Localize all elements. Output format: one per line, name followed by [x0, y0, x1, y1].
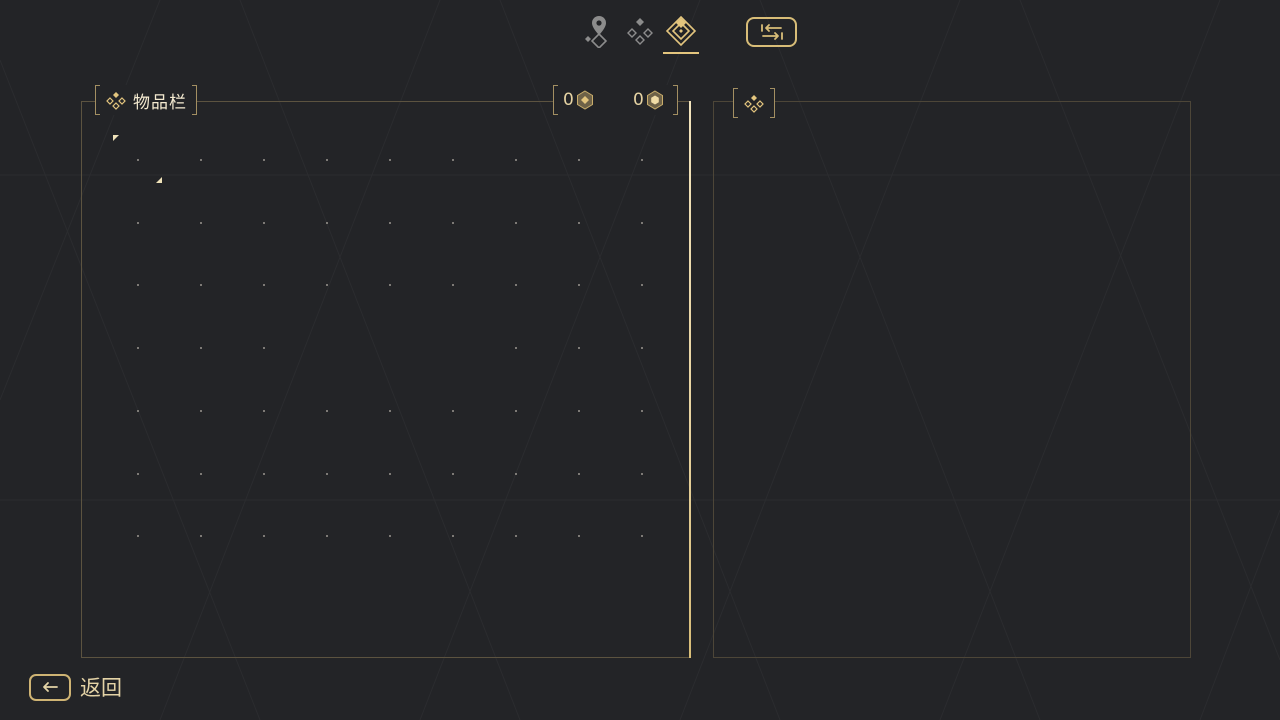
inventory-slot[interactable]	[389, 409, 391, 412]
inventory-slot[interactable]	[389, 221, 391, 224]
inventory-header: 物品栏	[95, 85, 197, 115]
inventory-slot[interactable]	[578, 409, 580, 412]
inventory-slot[interactable]	[389, 472, 391, 475]
inventory-slot[interactable]	[515, 284, 517, 287]
item-detail-panel	[713, 101, 1191, 658]
inventory-slot[interactable]	[452, 221, 454, 224]
arrow-left-icon	[43, 682, 58, 692]
inventory-slot[interactable]	[515, 535, 517, 538]
inventory-slot[interactable]	[137, 535, 139, 538]
diamond-network-icon	[627, 18, 653, 45]
inventory-slot[interactable]	[578, 159, 580, 161]
inventory-slot[interactable]	[263, 535, 265, 538]
inventory-slot[interactable]	[137, 347, 139, 350]
inventory-slot[interactable]	[263, 221, 265, 224]
inventory-slot[interactable]	[641, 284, 643, 287]
inventory-slot[interactable]	[200, 284, 202, 287]
inventory-slot[interactable]	[200, 535, 202, 538]
inventory-slot[interactable]	[578, 221, 580, 224]
selection-corner-bottom-right	[156, 177, 162, 183]
back-button[interactable]: 返回	[29, 672, 122, 702]
currency-2: 0	[633, 85, 664, 115]
inventory-slot[interactable]	[641, 535, 643, 538]
inventory-slot[interactable]	[578, 472, 580, 475]
inventory-slot[interactable]	[389, 159, 391, 161]
diamond-cluster-icon	[106, 92, 126, 110]
inventory-slot[interactable]	[137, 221, 139, 224]
hex-coin-icon	[576, 90, 593, 110]
inventory-slot[interactable]	[263, 347, 265, 350]
inventory-slot[interactable]	[137, 159, 139, 161]
inventory-slot[interactable]	[389, 535, 391, 538]
inventory-slot[interactable]	[137, 409, 139, 412]
currency-2-value: 0	[633, 90, 644, 110]
inventory-slot[interactable]	[326, 409, 328, 412]
inventory-slot[interactable]	[641, 347, 643, 350]
inventory-slot[interactable]	[515, 347, 517, 350]
diamond-target-icon	[665, 15, 697, 47]
currency-1-value: 0	[563, 90, 574, 110]
back-label: 返回	[80, 676, 122, 700]
inventory-slot[interactable]	[515, 472, 517, 475]
inventory-slot[interactable]	[515, 409, 517, 412]
inventory-slot[interactable]	[641, 221, 643, 224]
inventory-slot[interactable]	[326, 535, 328, 538]
inventory-slot[interactable]	[200, 347, 202, 350]
inventory-slot[interactable]	[200, 221, 202, 224]
inventory-slot[interactable]	[578, 347, 580, 350]
inventory-slot[interactable]	[452, 284, 454, 287]
inventory-slot[interactable]	[515, 159, 517, 161]
selection-corner-top-left	[113, 135, 119, 141]
inventory-slot[interactable]	[137, 472, 139, 475]
swap-view-button[interactable]	[746, 17, 797, 47]
inventory-slot[interactable]	[452, 409, 454, 412]
swap-arrows-icon	[760, 24, 783, 40]
inventory-slot[interactable]	[515, 221, 517, 224]
tab-inventory[interactable]	[663, 14, 699, 54]
hex-gem-icon	[646, 90, 663, 110]
inventory-slot[interactable]	[641, 159, 643, 161]
inventory-slot[interactable]	[263, 472, 265, 475]
inventory-slot[interactable]	[263, 284, 265, 287]
inventory-slot[interactable]	[452, 535, 454, 538]
tab-map[interactable]	[581, 14, 617, 52]
inventory-slot[interactable]	[641, 409, 643, 412]
tab-route[interactable]	[622, 14, 658, 52]
map-pin-icon	[585, 16, 608, 48]
back-key[interactable]	[29, 673, 71, 701]
currency-1: 0	[563, 85, 594, 115]
inventory-slot[interactable]	[263, 409, 265, 412]
inventory-slot[interactable]	[452, 472, 454, 475]
inventory-slot[interactable]	[263, 159, 265, 161]
inventory-slot[interactable]	[452, 159, 454, 161]
inventory-slot[interactable]	[200, 409, 202, 412]
inventory-slot[interactable]	[578, 284, 580, 287]
inventory-slot[interactable]	[137, 284, 139, 287]
inventory-title: 物品栏	[133, 92, 187, 113]
detail-header	[733, 88, 775, 118]
inventory-slot[interactable]	[326, 472, 328, 475]
currency-bar: 0 0	[553, 85, 678, 115]
inventory-slot[interactable]	[389, 284, 391, 287]
inventory-slot[interactable]	[578, 535, 580, 538]
inventory-slot[interactable]	[326, 159, 328, 161]
top-tab-bar	[0, 0, 1280, 60]
inventory-slot[interactable]	[200, 472, 202, 475]
inventory-slot[interactable]	[200, 159, 202, 161]
inventory-slot[interactable]	[326, 284, 328, 287]
inventory-slot[interactable]	[641, 472, 643, 475]
inventory-grid[interactable]	[81, 101, 691, 658]
diamond-cluster-icon	[744, 95, 764, 113]
inventory-slot[interactable]	[326, 221, 328, 224]
